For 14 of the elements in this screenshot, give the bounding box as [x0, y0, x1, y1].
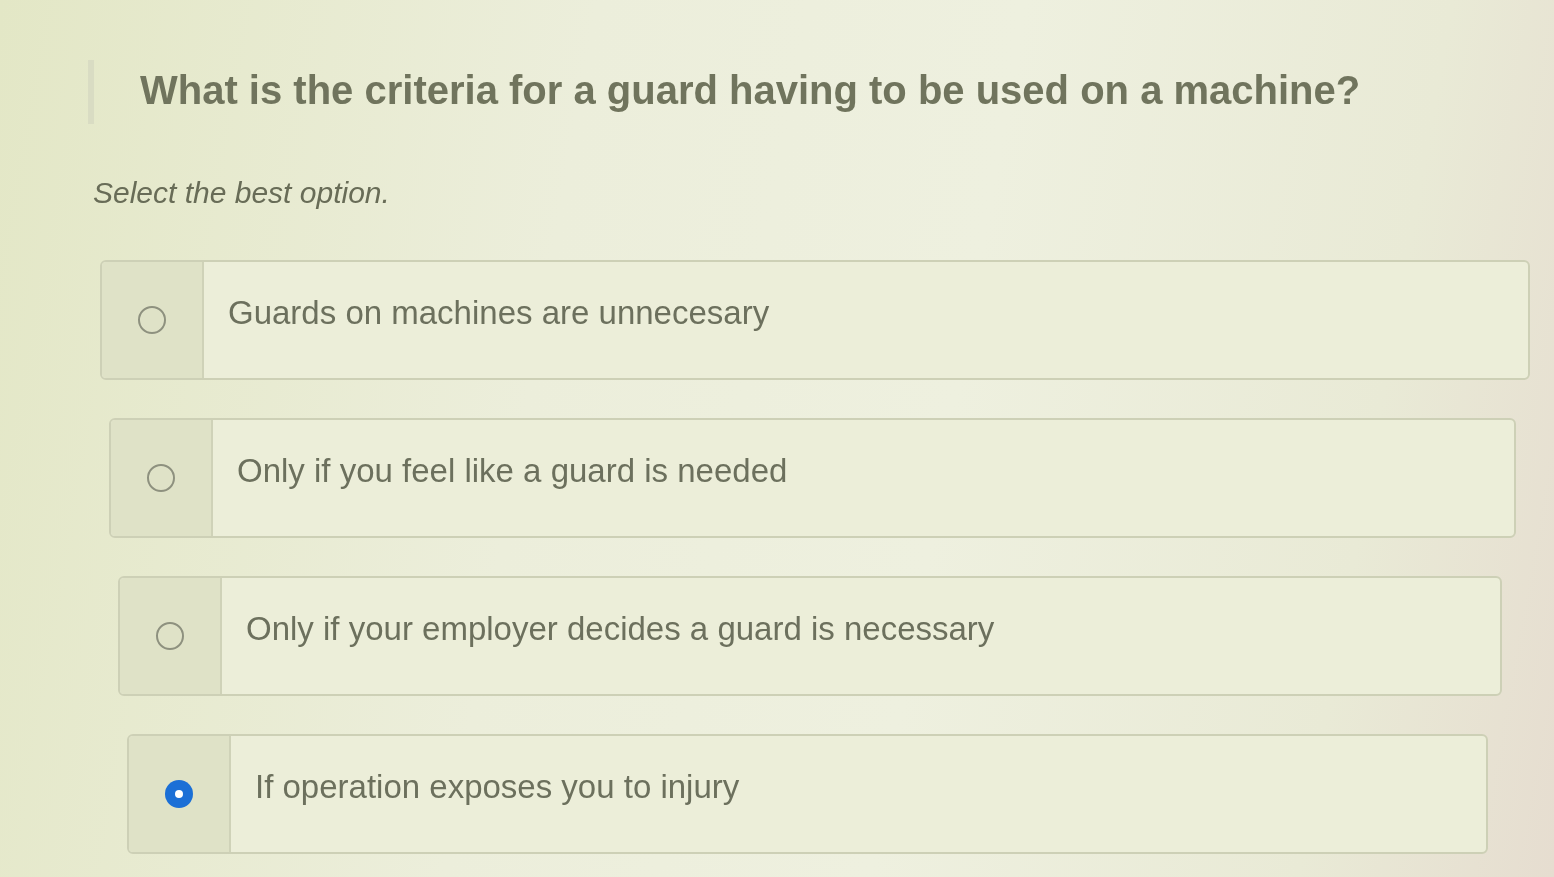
- radio-selected-icon[interactable]: [165, 780, 193, 808]
- option-text: Only if you feel like a guard is needed: [236, 451, 788, 491]
- answer-option[interactable]: Guards on machines are unnecesary: [100, 260, 1530, 380]
- answer-option[interactable]: If operation exposes you to injury: [127, 734, 1488, 854]
- radio-icon[interactable]: [138, 306, 166, 334]
- option-text: Guards on machines are unnecesary: [227, 293, 770, 333]
- option-text: If operation exposes you to injury: [254, 767, 740, 807]
- radio-icon[interactable]: [156, 622, 184, 650]
- radio-icon[interactable]: [147, 464, 175, 492]
- answer-option[interactable]: Only if you feel like a guard is needed: [109, 418, 1516, 538]
- option-text: Only if your employer decides a guard is necessary: [245, 609, 995, 649]
- question-text: What is the criteria for a guard having to be used on a machine?: [140, 67, 1362, 114]
- instruction-text: Select the best option.: [93, 176, 390, 210]
- answer-option[interactable]: Only if your employer decides a guard is necessary: [118, 576, 1502, 696]
